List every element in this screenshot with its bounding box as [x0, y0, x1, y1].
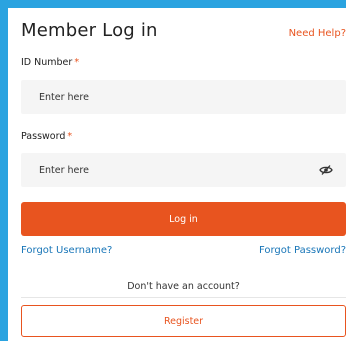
id-number-label: ID Number *	[21, 57, 79, 68]
no-account-prompt: Don't have an account?	[127, 281, 240, 292]
required-asterisk: *	[74, 57, 80, 68]
password-input[interactable]	[21, 153, 346, 187]
page-title: Member Log in	[21, 20, 158, 41]
required-asterisk: *	[67, 131, 73, 142]
need-help-link[interactable]: Need Help?	[289, 28, 346, 39]
eye-slash-icon[interactable]	[319, 164, 333, 176]
frame-border-top	[0, 0, 346, 8]
id-number-input[interactable]	[21, 80, 346, 114]
forgot-username-link[interactable]: Forgot Username?	[21, 245, 112, 256]
frame-border-left	[0, 0, 8, 341]
password-label: Password *	[21, 131, 72, 142]
login-button[interactable]: Log in	[21, 202, 346, 236]
forgot-password-link[interactable]: Forgot Password?	[259, 245, 346, 256]
password-label-text: Password	[21, 131, 66, 142]
divider	[21, 297, 346, 298]
register-button[interactable]: Register	[21, 305, 346, 337]
id-number-label-text: ID Number	[21, 57, 73, 68]
